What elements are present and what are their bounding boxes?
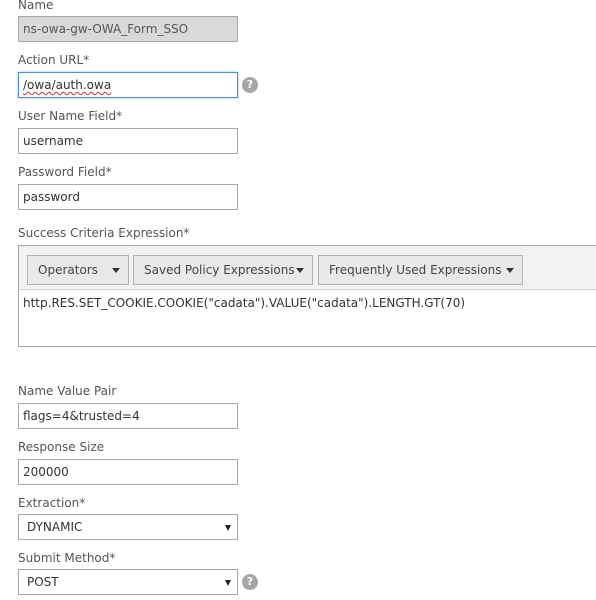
- expression-input[interactable]: http.RES.SET_COOKIE.COOKIE("cadata").VAL…: [23, 296, 465, 310]
- name-field: ns-owa-gw-OWA_Form_SSO: [18, 16, 238, 42]
- extraction-selected-value: DYNAMIC: [27, 520, 83, 534]
- response-size-field[interactable]: 200000: [18, 459, 238, 485]
- submit-method-selected-value: POST: [27, 575, 59, 589]
- saved-policy-expressions-dropdown[interactable]: Saved Policy Expressions: [133, 255, 313, 285]
- extraction-select[interactable]: DYNAMIC: [18, 514, 238, 540]
- caret-down-icon: [296, 268, 304, 273]
- question-circle-icon[interactable]: ?: [242, 574, 258, 590]
- success-criteria-label: Success Criteria Expression*: [18, 226, 190, 240]
- user-name-field[interactable]: username: [18, 128, 238, 154]
- expression-editor: Operators Saved Policy Expressions Frequ…: [18, 245, 596, 347]
- operators-dropdown[interactable]: Operators: [27, 255, 129, 285]
- name-label: Name: [18, 0, 54, 12]
- submit-method-label: Submit Method*: [18, 551, 116, 565]
- name-value-pair-label: Name Value Pair: [18, 384, 117, 398]
- caret-down-icon: [506, 268, 514, 273]
- extraction-label: Extraction*: [18, 496, 86, 510]
- operators-label: Operators: [38, 263, 98, 277]
- action-url-label: Action URL*: [18, 53, 90, 67]
- action-url-value: /owa/auth.owa: [23, 78, 112, 92]
- saved-policy-expressions-label: Saved Policy Expressions: [144, 263, 295, 277]
- frequently-used-expressions-dropdown[interactable]: Frequently Used Expressions: [318, 255, 523, 285]
- user-name-field-label: User Name Field*: [18, 109, 123, 123]
- submit-method-select[interactable]: POST: [18, 569, 238, 595]
- dropdown-arrow-icon: [225, 580, 231, 586]
- dropdown-arrow-icon: [225, 525, 231, 531]
- password-field[interactable]: password: [18, 184, 238, 210]
- frequently-used-expressions-label: Frequently Used Expressions: [329, 263, 502, 277]
- expression-toolbar: Operators Saved Policy Expressions Frequ…: [19, 246, 596, 290]
- name-value-pair-field[interactable]: flags=4&trusted=4: [18, 403, 238, 429]
- response-size-label: Response Size: [18, 440, 105, 454]
- action-url-field[interactable]: /owa/auth.owa: [18, 72, 238, 98]
- sso-form: Name ns-owa-gw-OWA_Form_SSO Action URL* …: [0, 0, 596, 600]
- caret-down-icon: [112, 268, 120, 273]
- question-circle-icon[interactable]: ?: [242, 77, 258, 93]
- password-field-label: Password Field*: [18, 165, 112, 179]
